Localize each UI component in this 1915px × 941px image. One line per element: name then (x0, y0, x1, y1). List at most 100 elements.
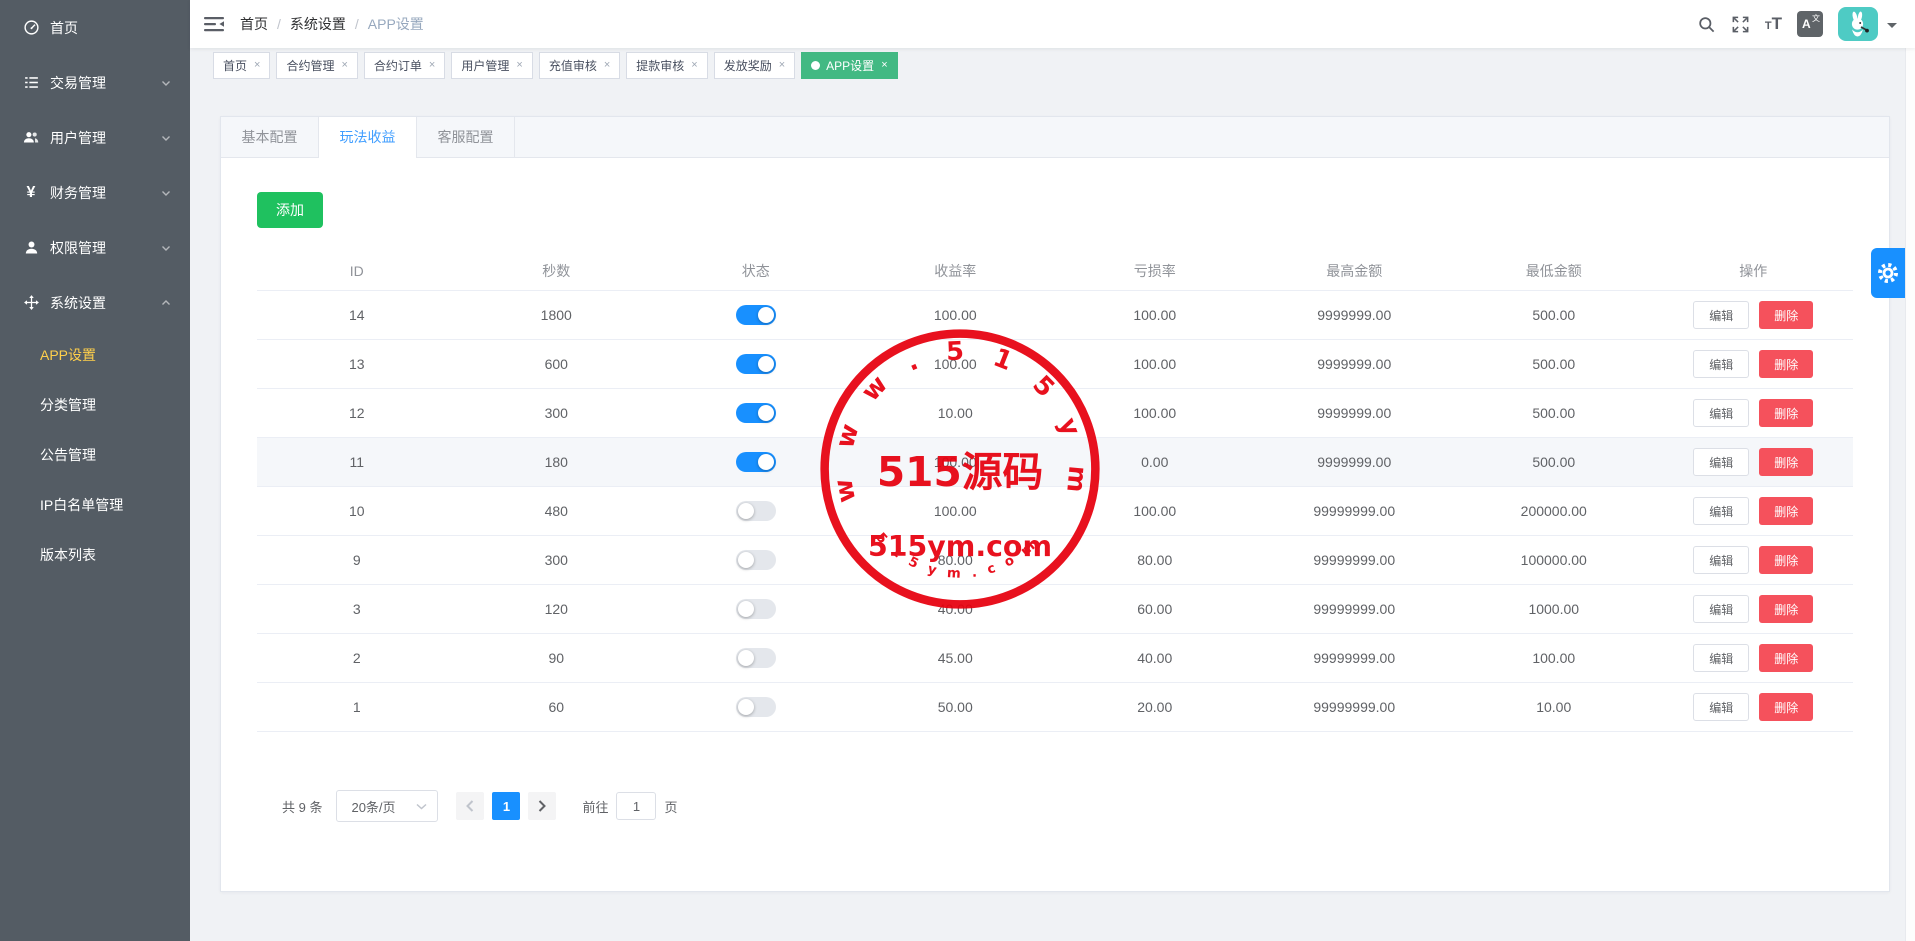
tag-label: 合约管理 (286, 57, 334, 74)
close-icon[interactable]: × (429, 59, 435, 71)
edit-button[interactable]: 编辑 (1693, 644, 1749, 672)
delete-button[interactable]: 删除 (1759, 693, 1813, 721)
delete-button[interactable]: 删除 (1759, 301, 1813, 329)
sidebar-item-系统设置[interactable]: 系统设置 (0, 275, 190, 330)
status-toggle[interactable] (736, 305, 776, 325)
tag-充值审核[interactable]: 充值审核× (539, 52, 620, 79)
edit-button[interactable]: 编辑 (1693, 399, 1749, 427)
tab-基本配置[interactable]: 基本配置 (221, 117, 319, 157)
close-icon[interactable]: × (341, 59, 347, 71)
edit-button[interactable]: 编辑 (1693, 301, 1749, 329)
sidebar-item-用户管理[interactable]: 用户管理 (0, 110, 190, 165)
chevron-left-icon (466, 800, 474, 812)
cell-max-amount: 9999999.00 (1255, 307, 1455, 323)
close-icon[interactable]: × (881, 59, 887, 71)
delete-button[interactable]: 删除 (1759, 595, 1813, 623)
tag-合约管理[interactable]: 合约管理 × (276, 52, 357, 79)
translate-icon[interactable]: A文 (1797, 11, 1823, 37)
page-unit-label: 页 (664, 797, 677, 816)
edit-button[interactable]: 编辑 (1693, 546, 1749, 574)
tab-玩法收益[interactable]: 玩法收益 (319, 117, 417, 157)
settings-panel-button[interactable] (1871, 248, 1905, 298)
tag-合约订单[interactable]: 合约订单× (364, 52, 445, 79)
close-icon[interactable]: × (254, 59, 260, 71)
sidebar-item-交易管理[interactable]: 交易管理 (0, 55, 190, 110)
toggle-knob (758, 307, 774, 323)
font-size-icon[interactable]: TT (1765, 14, 1782, 34)
delete-button[interactable]: 删除 (1759, 546, 1813, 574)
content-card: 基本配置玩法收益客服配置 添加 ID秒数状态收益率亏损率最高金额最低金额操作 1… (220, 116, 1890, 892)
tab-客服配置[interactable]: 客服配置 (417, 117, 515, 157)
cell-actions: 编辑删除 (1654, 595, 1854, 623)
delete-button[interactable]: 删除 (1759, 448, 1813, 476)
scrollbar-track[interactable] (1905, 0, 1915, 941)
status-toggle[interactable] (736, 599, 776, 619)
sidebar-item-首页[interactable]: 首页 (0, 0, 190, 55)
sidebar-collapse-icon[interactable] (204, 15, 224, 33)
chevron-up-icon (160, 297, 172, 309)
delete-button[interactable]: 删除 (1759, 644, 1813, 672)
config-table: ID秒数状态收益率亏损率最高金额最低金额操作 141800100.00100.0… (257, 251, 1853, 732)
cell-profit-rate: 80.00 (856, 552, 1056, 568)
page-size-select[interactable]: 20条/页 (336, 790, 438, 822)
delete-button[interactable]: 删除 (1759, 350, 1813, 378)
sidebar-subitem-版本列表[interactable]: 版本列表 (0, 530, 190, 580)
breadcrumb-system-settings[interactable]: 系统设置 (290, 14, 346, 34)
tag-发放奖励[interactable]: 发放奖励× (714, 52, 795, 79)
goto-page-input[interactable] (616, 792, 656, 820)
edit-button[interactable]: 编辑 (1693, 693, 1749, 721)
cell-status (656, 403, 856, 423)
tag-首页[interactable]: 首页× (213, 52, 270, 79)
tag-用户管理[interactable]: 用户管理 × (451, 52, 532, 79)
sidebar-item-权限管理[interactable]: 权限管理 (0, 220, 190, 275)
close-icon[interactable]: × (604, 59, 610, 71)
sidebar-item-label: 交易管理 (50, 73, 160, 93)
status-toggle[interactable] (736, 403, 776, 423)
dashboard-icon (22, 19, 40, 36)
status-toggle[interactable] (736, 550, 776, 570)
fullscreen-icon[interactable] (1731, 15, 1750, 34)
cell-seconds: 600 (457, 356, 657, 372)
goto-label: 前往 (582, 797, 608, 816)
breadcrumb-home[interactable]: 首页 (240, 14, 268, 34)
next-page-button[interactable] (528, 792, 556, 820)
edit-button[interactable]: 编辑 (1693, 448, 1749, 476)
toggle-knob (738, 699, 754, 715)
tag-提款审核[interactable]: 提款审核× (626, 52, 707, 79)
users-icon (22, 129, 40, 146)
close-icon[interactable]: × (516, 59, 522, 71)
status-toggle[interactable] (736, 354, 776, 374)
page-number-button[interactable]: 1 (492, 792, 520, 820)
prev-page-button[interactable] (456, 792, 484, 820)
tag-label: 用户管理 (461, 57, 509, 74)
search-icon[interactable] (1697, 15, 1716, 34)
edit-button[interactable]: 编辑 (1693, 497, 1749, 525)
sidebar-subitem-公告管理[interactable]: 公告管理 (0, 430, 190, 480)
status-toggle[interactable] (736, 452, 776, 472)
avatar[interactable] (1838, 7, 1878, 41)
status-toggle[interactable] (736, 697, 776, 717)
card-body: 添加 ID秒数状态收益率亏损率最高金额最低金额操作 141800100.0010… (221, 158, 1889, 822)
add-button[interactable]: 添加 (257, 192, 323, 228)
status-toggle[interactable] (736, 648, 776, 668)
money-icon: ¥ (22, 184, 40, 202)
delete-button[interactable]: 删除 (1759, 399, 1813, 427)
close-icon[interactable]: × (691, 59, 697, 71)
edit-button[interactable]: 编辑 (1693, 350, 1749, 378)
delete-button[interactable]: 删除 (1759, 497, 1813, 525)
sidebar-subitem-IP白名单管理[interactable]: IP白名单管理 (0, 480, 190, 530)
tag-APP设置[interactable]: APP设置× (801, 52, 897, 79)
status-toggle[interactable] (736, 501, 776, 521)
sidebar-item-label: 权限管理 (50, 238, 160, 258)
chevron-down-icon[interactable] (1887, 23, 1897, 33)
cell-loss-rate: 60.00 (1055, 601, 1255, 617)
close-icon[interactable]: × (779, 59, 785, 71)
sidebar-item-财务管理[interactable]: ¥财务管理 (0, 165, 190, 220)
move-icon (22, 294, 40, 311)
sidebar-subitem-分类管理[interactable]: 分类管理 (0, 380, 190, 430)
edit-button[interactable]: 编辑 (1693, 595, 1749, 623)
breadcrumb-separator: / (355, 16, 359, 32)
pagination: 共 9 条 20条/页 1 前往 页 (257, 790, 1853, 822)
sidebar-subitem-APP设置[interactable]: APP设置 (0, 330, 190, 380)
page-size-value: 20条/页 (351, 797, 395, 816)
